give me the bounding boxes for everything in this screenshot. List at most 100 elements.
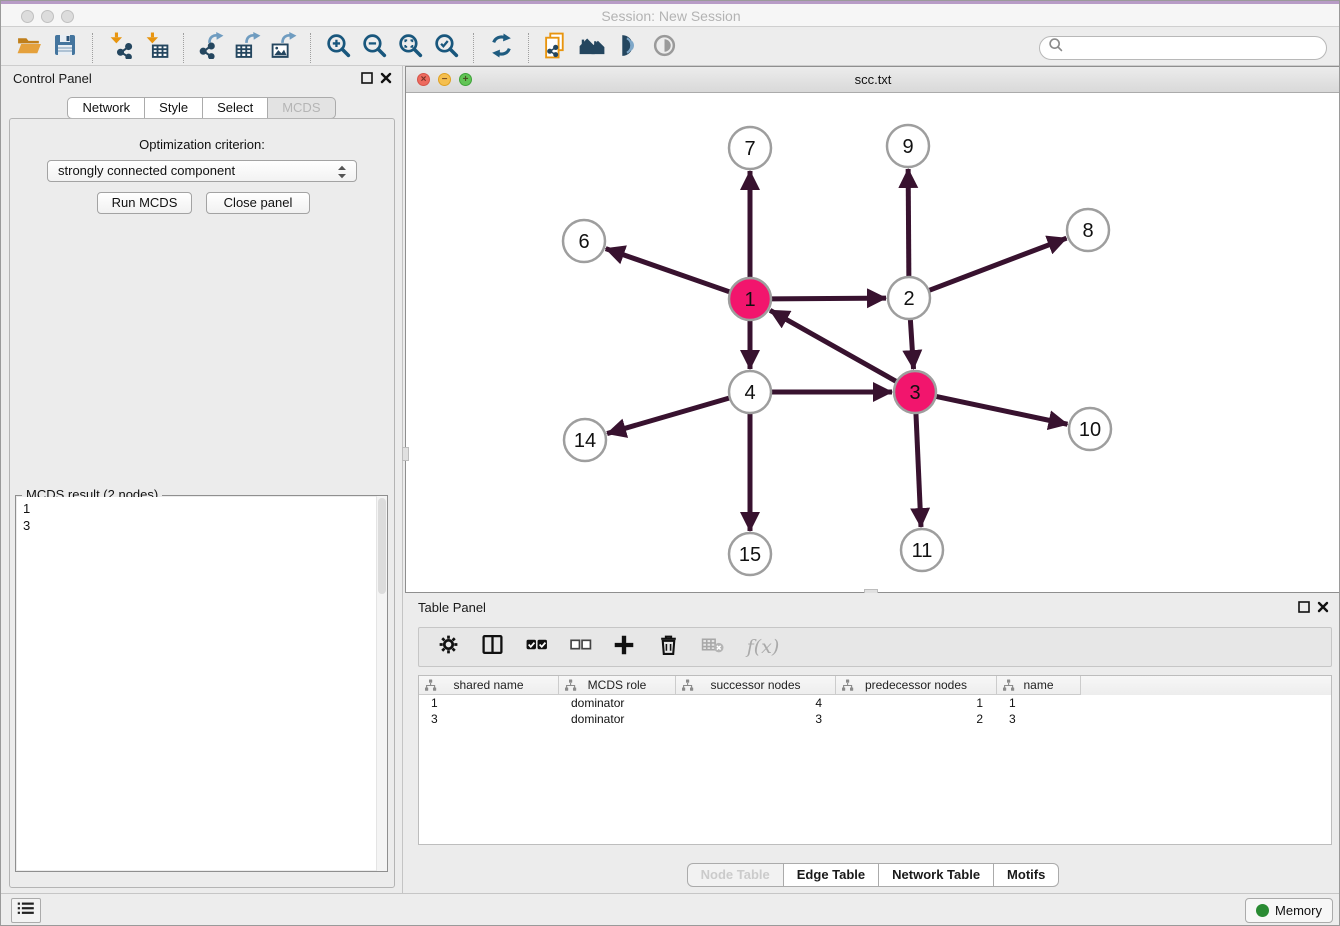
- table-header-row: shared nameMCDS rolesuccessor nodesprede…: [419, 676, 1331, 695]
- zoom-selected-button[interactable]: [428, 32, 464, 64]
- node-6[interactable]: 6: [563, 220, 605, 262]
- delete-row-button[interactable]: [655, 634, 681, 660]
- tab-edge-table[interactable]: Edge Table: [784, 863, 879, 887]
- tab-select[interactable]: Select: [203, 97, 268, 119]
- node-2[interactable]: 2: [888, 277, 930, 319]
- table-cell[interactable]: 4: [676, 695, 836, 711]
- column-header-predecessor-nodes[interactable]: predecessor nodes: [836, 676, 997, 695]
- search-icon: [1046, 35, 1066, 60]
- edge-3-10[interactable]: [936, 396, 1068, 424]
- table-cell[interactable]: dominator: [559, 711, 676, 727]
- node-10[interactable]: 10: [1069, 408, 1111, 450]
- tab-network[interactable]: Network: [67, 97, 145, 119]
- splitter-handle[interactable]: [402, 447, 409, 461]
- node-9[interactable]: 9: [887, 125, 929, 167]
- table-cell[interactable]: 1: [419, 695, 559, 711]
- plus-icon: [612, 633, 636, 662]
- save-session-button[interactable]: [47, 32, 83, 64]
- node-4[interactable]: 4: [729, 371, 771, 413]
- memory-button[interactable]: Memory: [1245, 898, 1333, 923]
- table-row[interactable]: 1dominator411: [419, 695, 1331, 711]
- node-1[interactable]: 1: [729, 278, 771, 320]
- edge-2-3[interactable]: [910, 319, 913, 369]
- table-cell[interactable]: 3: [419, 711, 559, 727]
- node-14[interactable]: 14: [564, 419, 606, 461]
- float-panel-icon[interactable]: [1298, 600, 1310, 618]
- table-row[interactable]: 3dominator323: [419, 711, 1331, 727]
- table-cell[interactable]: 1: [997, 695, 1081, 711]
- zoom-in-button[interactable]: [320, 32, 356, 64]
- table-rows: 1dominator4113dominator323: [419, 695, 1331, 727]
- table-cell[interactable]: dominator: [559, 695, 676, 711]
- edge-3-11[interactable]: [916, 413, 921, 527]
- result-line: 3: [23, 517, 380, 534]
- function-builder-button[interactable]: f(x): [743, 634, 783, 660]
- svg-text:14: 14: [574, 430, 596, 452]
- edge-1-6[interactable]: [606, 249, 730, 292]
- edge-2-8[interactable]: [929, 238, 1067, 290]
- tab-network-table[interactable]: Network Table: [879, 863, 994, 887]
- birds-eye-button[interactable]: [646, 32, 682, 64]
- export-table-button[interactable]: [229, 32, 265, 64]
- zoom-out-button[interactable]: [356, 32, 392, 64]
- node-11[interactable]: 11: [901, 529, 943, 571]
- refresh-button[interactable]: [483, 32, 519, 64]
- table-panel-title: Table Panel: [418, 600, 486, 615]
- tab-mcds[interactable]: MCDS: [268, 97, 335, 119]
- column-view-button[interactable]: [479, 634, 505, 660]
- tab-node-table[interactable]: Node Table: [687, 863, 784, 887]
- node-15[interactable]: 15: [729, 533, 771, 575]
- main-toolbar: [1, 30, 1340, 66]
- column-header-successor-nodes[interactable]: successor nodes: [676, 676, 836, 695]
- column-header-shared-name[interactable]: shared name: [419, 676, 559, 695]
- export-network-button[interactable]: [193, 32, 229, 64]
- close-panel-icon[interactable]: [380, 71, 392, 89]
- close-panel-button[interactable]: Close panel: [206, 192, 310, 214]
- table-cell[interactable]: 3: [997, 711, 1081, 727]
- float-panel-icon[interactable]: [361, 71, 373, 89]
- search-input[interactable]: [1066, 38, 1326, 58]
- clone-network-button[interactable]: [538, 32, 574, 64]
- export-image-button[interactable]: [265, 32, 301, 64]
- network-canvas-svg[interactable]: 7 9 6 8 1 2 4 3 14 10 15 11: [406, 93, 1340, 592]
- toolbar-separator: [310, 33, 311, 63]
- mcds-result-text[interactable]: 13: [17, 497, 386, 870]
- application-window: Session: New Session Control Panel: [0, 0, 1340, 926]
- add-row-button[interactable]: [611, 634, 637, 660]
- edge-2-9[interactable]: [908, 169, 909, 277]
- node-7[interactable]: 7: [729, 127, 771, 169]
- open-file-button[interactable]: [11, 32, 47, 64]
- edge-3-1[interactable]: [770, 310, 897, 381]
- import-table-button[interactable]: [138, 32, 174, 64]
- unselect-all-button[interactable]: [567, 634, 593, 660]
- network-view-window: × − + scc.txt 7968124314101511: [405, 66, 1340, 593]
- table-cell[interactable]: 1: [836, 695, 997, 711]
- export-table-icon: [234, 32, 261, 64]
- attribute-icon: [841, 679, 854, 695]
- tab-motifs[interactable]: Motifs: [994, 863, 1059, 887]
- edge-1-2[interactable]: [771, 298, 886, 299]
- tab-style[interactable]: Style: [145, 97, 203, 119]
- column-header-name[interactable]: name: [997, 676, 1081, 695]
- table-cell[interactable]: 3: [676, 711, 836, 727]
- graphics-details-button[interactable]: [610, 32, 646, 64]
- gear-icon: [437, 633, 460, 661]
- node-3[interactable]: 3: [894, 371, 936, 413]
- run-mcds-button[interactable]: Run MCDS: [97, 192, 192, 214]
- table-settings-button[interactable]: [435, 634, 461, 660]
- delete-table-button[interactable]: [699, 634, 725, 660]
- edge-4-14[interactable]: [607, 398, 730, 434]
- zoom-fit-button[interactable]: [392, 32, 428, 64]
- select-all-button[interactable]: [523, 634, 549, 660]
- result-scrollbar[interactable]: [376, 496, 387, 871]
- control-panel: Control Panel NetworkStyleSelectMCDS Opt…: [1, 66, 403, 893]
- toolbar-separator: [183, 33, 184, 63]
- home-button[interactable]: [574, 32, 610, 64]
- column-header-MCDS-role[interactable]: MCDS role: [559, 676, 676, 695]
- criterion-select[interactable]: strongly connected component: [47, 160, 357, 182]
- table-cell[interactable]: 2: [836, 711, 997, 727]
- close-panel-icon[interactable]: [1317, 600, 1329, 618]
- node-8[interactable]: 8: [1067, 209, 1109, 251]
- import-network-button[interactable]: [102, 32, 138, 64]
- task-history-button[interactable]: [11, 898, 41, 923]
